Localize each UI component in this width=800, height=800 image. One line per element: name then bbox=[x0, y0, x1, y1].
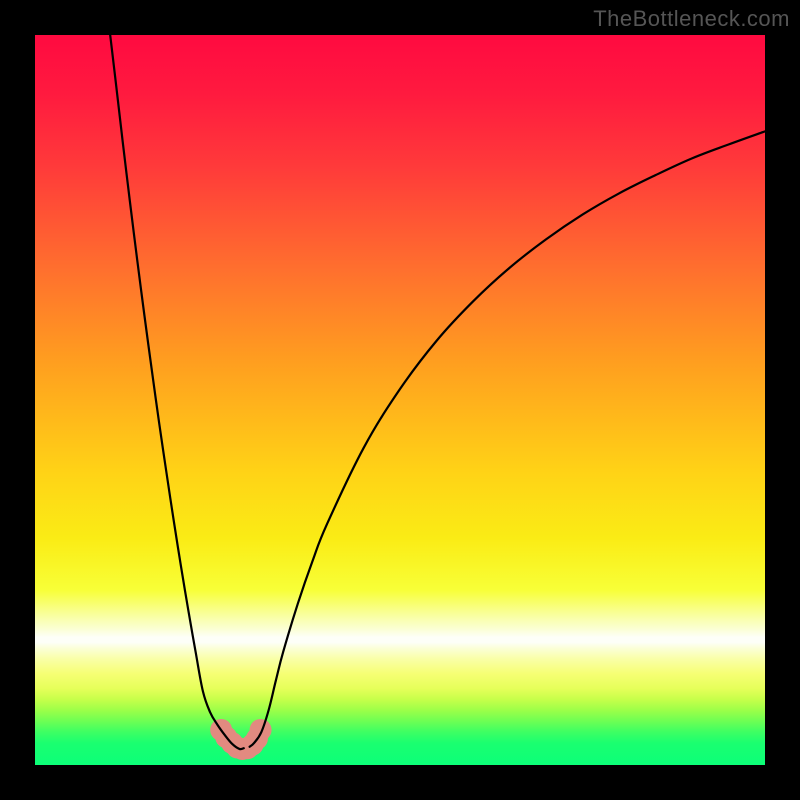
curve-svg bbox=[35, 35, 765, 765]
curve-left-branch bbox=[110, 35, 244, 749]
curve-right-branch bbox=[250, 131, 765, 746]
plot-area bbox=[35, 35, 765, 765]
watermark-text: TheBottleneck.com bbox=[593, 6, 790, 32]
frame: TheBottleneck.com bbox=[0, 0, 800, 800]
min-markers-group bbox=[210, 719, 271, 760]
min-marker bbox=[250, 719, 272, 741]
